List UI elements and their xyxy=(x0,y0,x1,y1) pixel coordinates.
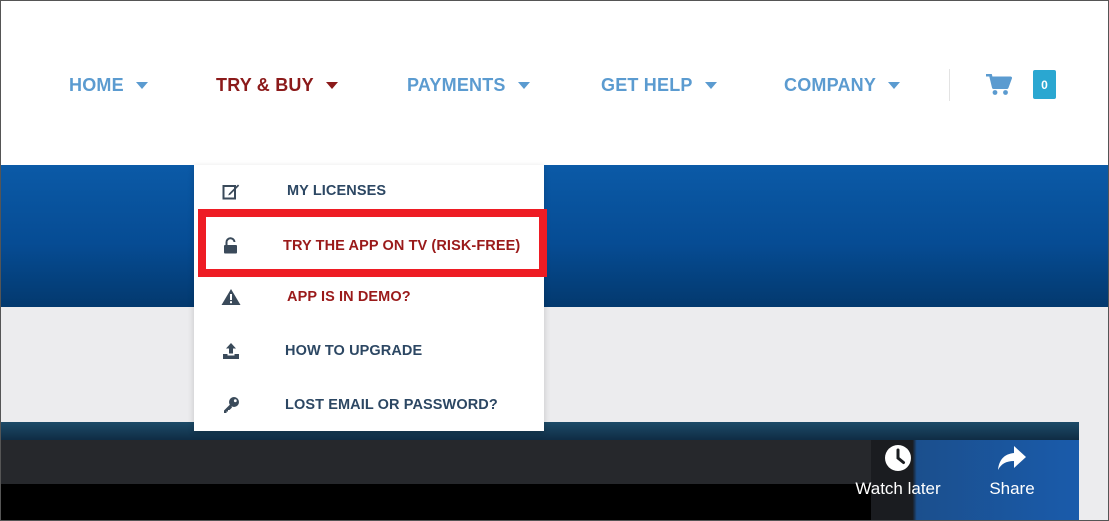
nav-payments[interactable]: PAYMENTS xyxy=(407,73,530,97)
nav-divider xyxy=(949,69,950,101)
menu-item-label: MY LICENSES xyxy=(287,183,387,199)
nav-get-help-label: GET HELP xyxy=(601,74,693,95)
nav-company-label: COMPANY xyxy=(784,74,877,95)
menu-item-lost-email-or-password[interactable]: LOST EMAIL OR PASSWORD? xyxy=(194,385,544,425)
nav-home[interactable]: HOME xyxy=(69,73,148,97)
menu-item-label: APP IS IN DEMO? xyxy=(287,289,411,305)
share-label: Share xyxy=(989,479,1035,498)
menu-item-how-to-upgrade[interactable]: HOW TO UPGRADE xyxy=(194,331,544,371)
video-thumbnail-middle xyxy=(1,440,871,484)
nav-payments-label: PAYMENTS xyxy=(407,74,506,95)
nav-get-help[interactable]: GET HELP xyxy=(601,73,717,97)
caret-down-icon xyxy=(888,81,901,89)
unlock-icon xyxy=(221,236,241,256)
upload-icon xyxy=(221,341,241,361)
shopping-cart-icon[interactable] xyxy=(986,74,1012,96)
edit-icon xyxy=(221,181,241,201)
nav-try-and-buy-label: TRY & BUY xyxy=(216,74,314,95)
watch-later-button[interactable]: Watch later xyxy=(845,443,951,499)
caret-down-icon xyxy=(325,81,338,89)
site-header: HOME TRY & BUY PAYMENTS GET HELP COMPANY… xyxy=(1,1,1108,165)
caret-down-icon xyxy=(704,81,717,89)
nav-try-and-buy[interactable]: TRY & BUY xyxy=(216,73,338,97)
warning-icon xyxy=(221,287,241,307)
menu-item-my-licenses[interactable]: MY LICENSES xyxy=(194,171,544,211)
caret-down-icon xyxy=(517,81,530,89)
nav-company[interactable]: COMPANY xyxy=(784,73,901,97)
clock-icon xyxy=(885,445,911,471)
nav-home-label: HOME xyxy=(69,74,124,95)
menu-item-try-app-on-tv[interactable]: TRY THE APP ON TV (RISK-FREE) xyxy=(194,226,544,266)
video-thumbnail-bottom xyxy=(1,484,871,520)
page-frame: HOME TRY & BUY PAYMENTS GET HELP COMPANY… xyxy=(0,0,1109,521)
cart-count-badge[interactable]: 0 xyxy=(1033,70,1056,99)
menu-item-label: TRY THE APP ON TV (RISK-FREE) xyxy=(283,238,521,254)
caret-down-icon xyxy=(135,81,148,89)
share-button[interactable]: Share xyxy=(979,443,1045,499)
try-and-buy-dropdown-menu: MY LICENSES TRY THE APP ON TV (RISK-FREE… xyxy=(194,165,544,431)
share-arrow-icon xyxy=(998,446,1026,470)
menu-item-label: HOW TO UPGRADE xyxy=(285,343,423,359)
hero-banner xyxy=(1,165,1108,307)
menu-item-label: LOST EMAIL OR PASSWORD? xyxy=(285,397,498,413)
watch-later-label: Watch later xyxy=(855,479,941,498)
key-icon xyxy=(221,395,241,415)
menu-item-app-in-demo[interactable]: APP IS IN DEMO? xyxy=(194,277,544,317)
